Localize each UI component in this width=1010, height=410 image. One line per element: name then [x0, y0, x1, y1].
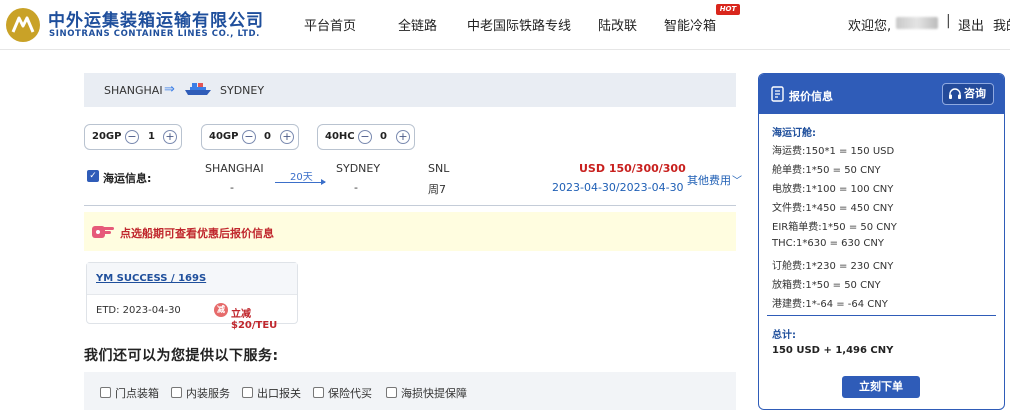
container-type-label: 40HC — [325, 131, 355, 142]
transit-arrow-icon — [275, 179, 326, 185]
service-export-customs[interactable]: 出口报关 — [242, 385, 301, 401]
container-qty[interactable]: 0 — [264, 131, 271, 142]
other-fees-toggle[interactable]: 其他费用﹀ — [687, 172, 742, 188]
nav-land-to-intermodal[interactable]: 陆改联 — [598, 15, 637, 34]
quote-line: 订舱费:1*230 = 230 CNY — [772, 261, 894, 272]
service-door-loading[interactable]: 门点装箱 — [100, 385, 159, 401]
discount-icon: 减 — [214, 303, 228, 317]
discount-notice: 点选船期可查看优惠后报价信息 — [84, 212, 736, 251]
company-name-en: SINOTRANS CONTAINER LINES CO., LTD. — [49, 29, 260, 39]
quote-section-total: 总计: — [772, 330, 796, 341]
consult-button[interactable]: 咨询 — [942, 83, 994, 105]
section-divider — [84, 205, 736, 206]
company-name-cn: 中外运集装箱运输有限公司 — [48, 11, 264, 31]
nav-smart-reefer[interactable]: 智能冷箱 — [664, 15, 716, 34]
quote-section-ocean: 海运订舱: — [772, 128, 816, 139]
route-destination: SYDNEY — [220, 84, 265, 97]
other-fees-label: 其他费用 — [687, 174, 731, 187]
ocean-info-checkbox[interactable]: ✓ — [87, 170, 99, 182]
quote-divider — [767, 315, 996, 316]
container-40gp: 40GP − 0 + — [201, 124, 299, 150]
quote-line: 港建费:1*-64 = -64 CNY — [772, 299, 888, 310]
container-qty[interactable]: 1 — [148, 131, 155, 142]
service-label: 保险代买 — [328, 387, 372, 400]
schedule-origin-sub: - — [230, 181, 234, 194]
container-qty[interactable]: 0 — [380, 131, 387, 142]
container-type-label: 20GP — [92, 131, 122, 142]
schedule-weekday: 周7 — [428, 183, 446, 196]
schedule-destination: SYDNEY — [336, 162, 381, 175]
top-header: 中外运集装箱运输有限公司 SINOTRANS CONTAINER LINES C… — [0, 0, 1010, 50]
service-label: 内装服务 — [186, 387, 230, 400]
vessel-voyage-link[interactable]: YM SUCCESS / 169S — [96, 273, 206, 284]
hot-badge: HOT — [716, 4, 740, 15]
logout-link[interactable]: 退出 — [958, 15, 984, 34]
welcome-text: 欢迎您, — [848, 19, 892, 34]
plus-icon[interactable]: + — [396, 130, 410, 144]
quote-line: 电放费:1*100 = 100 CNY — [772, 184, 894, 195]
schedule-origin: SHANGHAI — [205, 162, 264, 175]
username-redacted — [896, 17, 938, 29]
nav-china-laos-railway[interactable]: 中老国际铁路专线 — [467, 15, 571, 34]
header-separator: | — [946, 13, 951, 29]
container-type-label: 40GP — [209, 131, 239, 142]
service-label: 出口报关 — [257, 387, 301, 400]
checkbox-icon[interactable] — [100, 387, 111, 398]
freight-price: USD 150/300/300 — [579, 162, 686, 175]
quote-panel-header: 报价信息 咨询 — [759, 74, 1004, 114]
pointing-hand-icon — [92, 226, 114, 238]
ship-icon — [185, 83, 211, 95]
services-bar: 门点装箱 内装服务 出口报关 保险代买 海损快提保障 — [84, 372, 736, 410]
route-origin: SHANGHAI — [104, 84, 163, 97]
quote-total: 150 USD + 1,496 CNY — [772, 345, 894, 356]
service-average-guarantee[interactable]: 海损快提保障 — [386, 385, 467, 401]
quote-line: 文件费:1*450 = 450 CNY — [772, 203, 894, 214]
quote-line: 海运费:150*1 = 150 USD — [772, 146, 895, 157]
minus-icon[interactable]: − — [358, 130, 372, 144]
nav-full-chain[interactable]: 全链路 — [398, 15, 437, 34]
minus-icon[interactable]: − — [125, 130, 139, 144]
container-40hc: 40HC − 0 + — [317, 124, 415, 150]
minus-icon[interactable]: − — [242, 130, 256, 144]
plus-icon[interactable]: + — [280, 130, 294, 144]
service-label: 门点装箱 — [115, 387, 159, 400]
vessel-discount: 立减$20/TEU — [231, 309, 278, 331]
ocean-info-label: 海运信息: — [103, 172, 152, 185]
schedule-service: SNL — [428, 162, 450, 175]
service-label: 海损快提保障 — [401, 387, 467, 400]
vessel-card[interactable]: YM SUCCESS / 169S ETD: 2023-04-30 减 立减$2… — [86, 262, 298, 331]
nav-home[interactable]: 平台首页 — [304, 15, 356, 34]
document-icon — [771, 86, 784, 102]
quote-line: 舱单费:1*50 = 50 CNY — [772, 165, 881, 176]
services-title: 我们还可以为您提供以下服务: — [84, 348, 279, 364]
checkbox-icon[interactable] — [386, 387, 397, 398]
route-bar: SHANGHAI ⇒ SYDNEY — [84, 73, 736, 107]
checkbox-icon[interactable] — [242, 387, 253, 398]
place-order-button[interactable]: 立刻下单 — [842, 376, 920, 398]
quote-title: 报价信息 — [789, 90, 833, 103]
headset-icon — [949, 88, 961, 99]
my-account-link[interactable]: 我的 — [993, 15, 1010, 34]
checkbox-icon[interactable] — [171, 387, 182, 398]
arrow-right-icon: ⇒ — [164, 82, 175, 97]
schedule-destination-sub: - — [354, 181, 358, 194]
service-insurance[interactable]: 保险代买 — [313, 385, 372, 401]
quote-line: THC:1*630 = 630 CNY — [772, 238, 885, 249]
quote-line: 放箱费:1*50 = 50 CNY — [772, 280, 881, 291]
transit-days: 20天 — [290, 172, 313, 183]
checkbox-icon[interactable] — [313, 387, 324, 398]
quote-panel: 报价信息 咨询 海运订舱: 海运费:150*1 = 150 USD 舱单费:1*… — [758, 73, 1005, 410]
container-20gp: 20GP − 1 + — [84, 124, 182, 150]
notice-text: 点选船期可查看优惠后报价信息 — [120, 227, 274, 240]
quote-line: EIR箱单费:1*50 = 50 CNY — [772, 222, 897, 233]
plus-icon[interactable]: + — [163, 130, 177, 144]
service-inner-loading[interactable]: 内装服务 — [171, 385, 230, 401]
validity-date-range: 2023-04-30/2023-04-30 — [552, 181, 684, 194]
chevron-down-icon: ﹀ — [732, 176, 742, 187]
vessel-etd: ETD: 2023-04-30 — [96, 305, 181, 316]
vessel-card-header: YM SUCCESS / 169S — [87, 263, 297, 295]
consult-label: 咨询 — [964, 87, 986, 100]
company-logo[interactable] — [4, 6, 42, 44]
